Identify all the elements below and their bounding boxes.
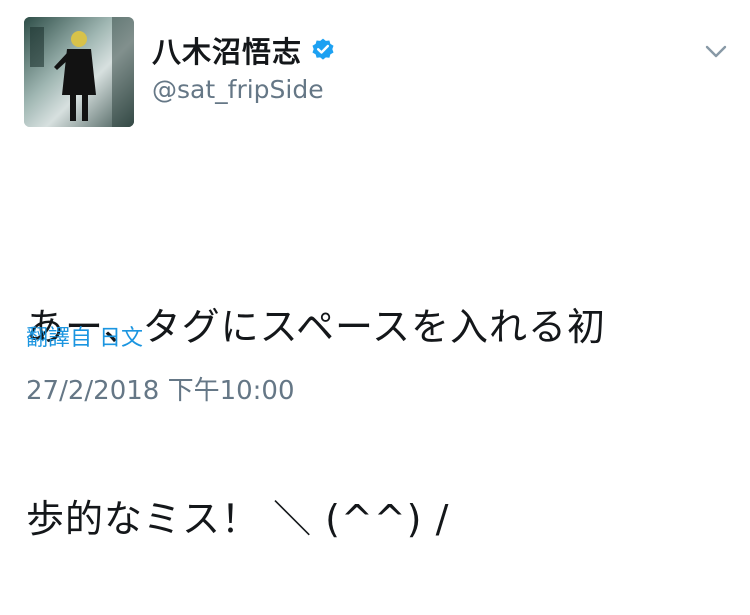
user-name-row[interactable]: 八木沼悟志 — [152, 29, 336, 71]
display-name[interactable]: 八木沼悟志 — [152, 29, 302, 71]
avatar-photo — [24, 17, 134, 127]
verified-badge-icon — [312, 38, 334, 60]
tweet-text-line-2: 歩的なミス！ ＼ (^^) / — [26, 497, 450, 541]
translate-link[interactable]: 翻譯自 日文 — [26, 320, 143, 352]
tweet-timestamp[interactable]: 27/2/2018 下午10:00 — [26, 370, 295, 407]
avatar[interactable] — [24, 17, 134, 127]
chevron-down-icon[interactable] — [704, 44, 728, 60]
user-handle[interactable]: @sat_fripSide — [152, 75, 324, 104]
